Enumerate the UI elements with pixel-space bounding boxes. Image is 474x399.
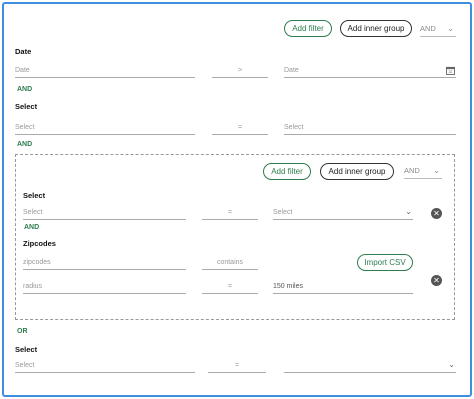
chevron-down-icon: ⌄ [433, 166, 440, 175]
select-value-placeholder: Select [273, 209, 293, 216]
select-filter-label: Select [23, 191, 46, 200]
select-operator-select[interactable]: = [212, 121, 268, 135]
select-field-input[interactable]: Select [15, 121, 195, 135]
zipcodes-filter-label: Zipcodes [23, 239, 56, 248]
select-value-dropdown[interactable]: Select ⌄ [273, 206, 413, 220]
connector-and: AND [17, 86, 33, 93]
zipcodes-operator-select[interactable]: contains [202, 256, 258, 270]
radius-operator-select[interactable]: = [202, 280, 258, 294]
add-inner-group-button[interactable]: Add inner group [320, 163, 394, 180]
radius-value-input[interactable]: 150 miles [273, 280, 413, 294]
import-csv-button[interactable]: Import CSV [357, 254, 413, 271]
connector-or: OR [17, 328, 28, 335]
date-value-input[interactable]: Date [284, 64, 456, 78]
calendar-icon[interactable] [446, 66, 455, 75]
group-operator-value: AND [404, 166, 420, 175]
connector-and: AND [17, 141, 33, 148]
select-filter-label: Select [15, 102, 38, 111]
add-filter-button[interactable]: Add filter [284, 20, 332, 37]
close-icon[interactable]: ✕ [431, 275, 442, 286]
radius-field-input[interactable]: radius [23, 280, 186, 294]
select-filter-label: Select [15, 345, 38, 354]
select-operator-select[interactable]: = [202, 206, 258, 220]
group-operator-select[interactable]: AND ⌄ [420, 21, 456, 37]
select-value-dropdown[interactable]: ⌄ [284, 359, 456, 373]
chevron-down-icon: ⌄ [448, 360, 455, 369]
select-field-input[interactable]: Select [15, 359, 195, 373]
select-value-input[interactable]: Select [284, 121, 456, 135]
group-operator-select[interactable]: AND ⌄ [404, 163, 442, 179]
connector-and: AND [24, 224, 40, 231]
select-field-input[interactable]: Select [23, 206, 186, 220]
chevron-down-icon: ⌄ [447, 24, 454, 33]
chevron-down-icon: ⌄ [405, 207, 412, 216]
add-filter-button[interactable]: Add filter [263, 163, 311, 180]
date-field-input[interactable]: Date [15, 64, 195, 78]
add-inner-group-button[interactable]: Add inner group [340, 20, 412, 37]
select-operator-select[interactable]: = [208, 359, 266, 373]
close-icon[interactable]: ✕ [431, 208, 442, 219]
group-operator-value: AND [420, 24, 436, 33]
date-value-placeholder: Date [284, 67, 299, 74]
zipcodes-field-input[interactable]: zipcodes [23, 256, 186, 270]
date-filter-label: Date [15, 47, 32, 56]
date-operator-select[interactable]: > [212, 64, 268, 78]
